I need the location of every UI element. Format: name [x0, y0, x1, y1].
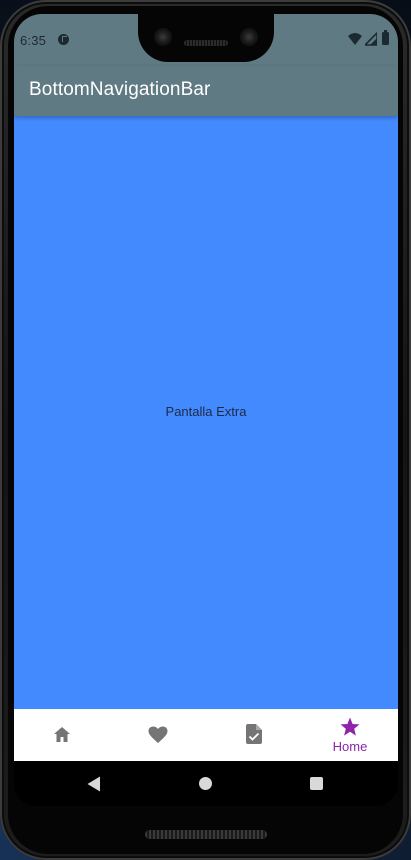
task-document-icon — [246, 724, 262, 744]
nav-item-tasks[interactable] — [206, 709, 302, 761]
status-time: 6:35 — [20, 33, 47, 48]
system-navigation-bar — [14, 761, 398, 806]
nav-item-extra[interactable]: Home — [302, 709, 398, 761]
front-sensor-icon — [240, 28, 258, 46]
nav-label-home: Home — [332, 739, 368, 754]
system-home-icon[interactable] — [199, 777, 212, 790]
phone-screen: 6:35 BottomNavigationBar Pantalla Extra … — [14, 14, 398, 806]
star-icon — [340, 717, 360, 736]
bottom-navigation-bar: Home — [14, 709, 398, 761]
home-icon — [54, 727, 70, 742]
app-bar: BottomNavigationBar — [14, 66, 398, 116]
recents-icon[interactable] — [310, 777, 323, 790]
signal-icon — [365, 32, 377, 46]
bottom-speaker-grille — [145, 830, 267, 839]
battery-icon — [382, 30, 389, 45]
app-notification-icon — [58, 34, 69, 45]
camera-notch — [138, 14, 274, 62]
front-camera-icon — [154, 28, 172, 46]
heart-icon — [148, 726, 168, 743]
content-text: Pantalla Extra — [165, 404, 247, 419]
content-area: Pantalla Extra — [14, 116, 398, 709]
back-icon[interactable] — [87, 776, 101, 792]
phone-frame: 6:35 BottomNavigationBar Pantalla Extra … — [0, 0, 411, 860]
nav-item-home[interactable] — [14, 709, 110, 761]
status-icons — [348, 30, 392, 46]
nav-item-favorites[interactable] — [110, 709, 206, 761]
app-bar-title: BottomNavigationBar — [29, 79, 211, 100]
earpiece-speaker — [184, 40, 228, 46]
wifi-icon — [348, 33, 362, 45]
